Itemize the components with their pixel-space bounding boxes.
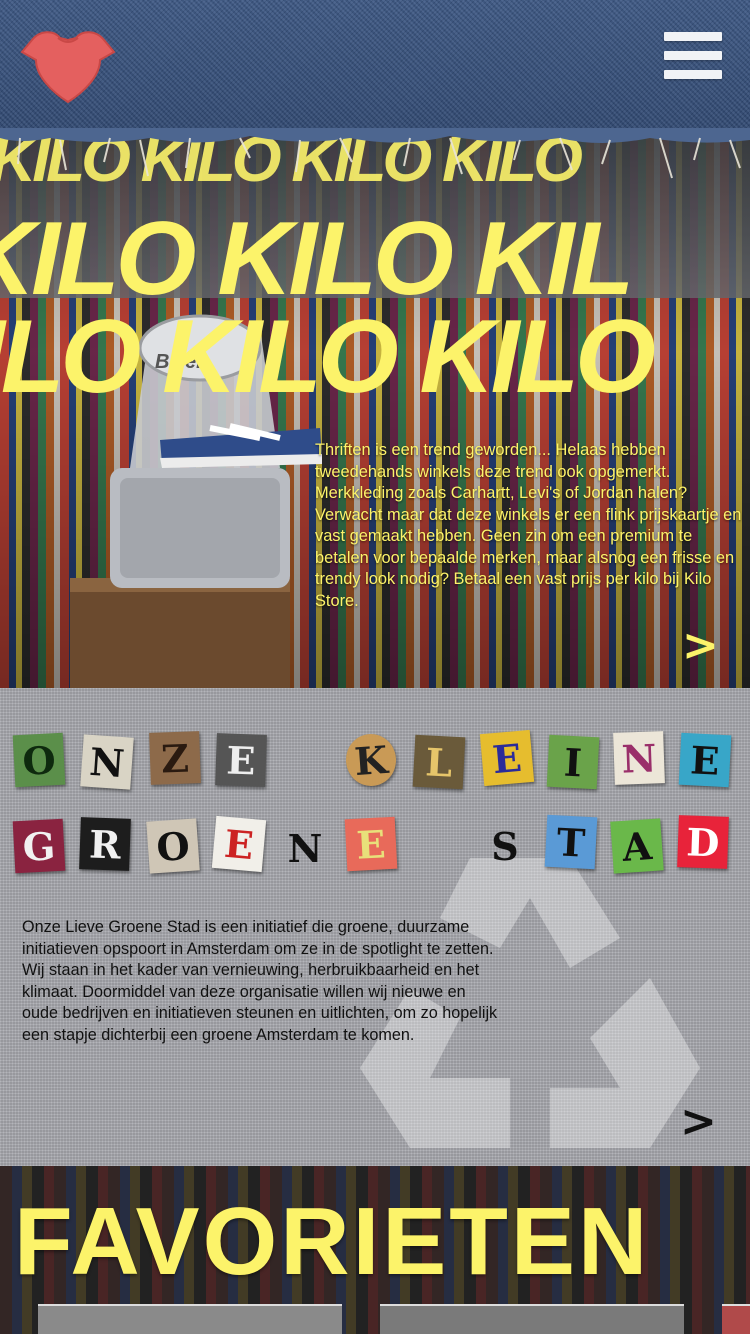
- letter-tile: O: [146, 818, 200, 874]
- hero-section: KILO KILO KILO KILO KILO KILO KIL ILO KI…: [0, 128, 750, 688]
- kilo-text-row: KILO KILO KILO KILO: [0, 128, 583, 195]
- letter-tile: N: [80, 734, 134, 790]
- letter-tile: E: [215, 733, 267, 787]
- letter-tile: D: [677, 815, 729, 869]
- heart-tshirt-logo-icon[interactable]: [20, 26, 116, 106]
- title-line-1: O N Z E K L E I N E: [0, 728, 750, 798]
- letter-tile: E: [344, 816, 398, 872]
- letter-tile: R: [79, 817, 131, 871]
- letter-tile: T: [544, 814, 598, 870]
- menu-bar: [664, 51, 722, 60]
- letter-tile: E: [479, 729, 535, 787]
- letter-tile: Z: [149, 731, 201, 785]
- favorite-thumbnail[interactable]: [38, 1304, 342, 1334]
- letter-tile: E: [211, 815, 267, 873]
- letter-tile: O: [12, 732, 66, 788]
- section2-next-arrow[interactable]: >: [680, 1096, 717, 1147]
- favorieten-section: FAVORIETEN: [0, 1166, 750, 1334]
- letter-tile: K: [344, 732, 398, 788]
- onze-kleine-groene-stad-section: O N Z E K L E I N E G R O E N E S T A D …: [0, 688, 750, 1166]
- menu-bar: [664, 70, 722, 79]
- letter-tile: E: [678, 732, 732, 788]
- favorieten-title: FAVORIETEN: [14, 1188, 651, 1295]
- letter-tile: N: [613, 731, 665, 785]
- hero-description: Thriften is een trend geworden... Helaas…: [315, 441, 742, 610]
- letter-tile: S: [491, 823, 519, 869]
- letter-tile: N: [287, 825, 323, 871]
- hero-next-arrow[interactable]: >: [682, 620, 719, 671]
- title-line-2: G R O E N E S T A D: [0, 812, 750, 882]
- favorite-thumbnail[interactable]: [380, 1304, 684, 1334]
- favorite-thumbnail[interactable]: [722, 1304, 750, 1334]
- menu-bar: [664, 32, 722, 41]
- kilo-text-row: ILO KILO KILO: [0, 299, 656, 415]
- letter-tile: A: [610, 818, 664, 874]
- letter-tile: G: [12, 818, 66, 874]
- section2-description: Onze Lieve Groene Stad is een initiatief…: [22, 918, 498, 1044]
- hamburger-menu-icon[interactable]: [664, 32, 722, 90]
- letter-tile: I: [546, 734, 600, 790]
- letter-tile: L: [412, 734, 466, 790]
